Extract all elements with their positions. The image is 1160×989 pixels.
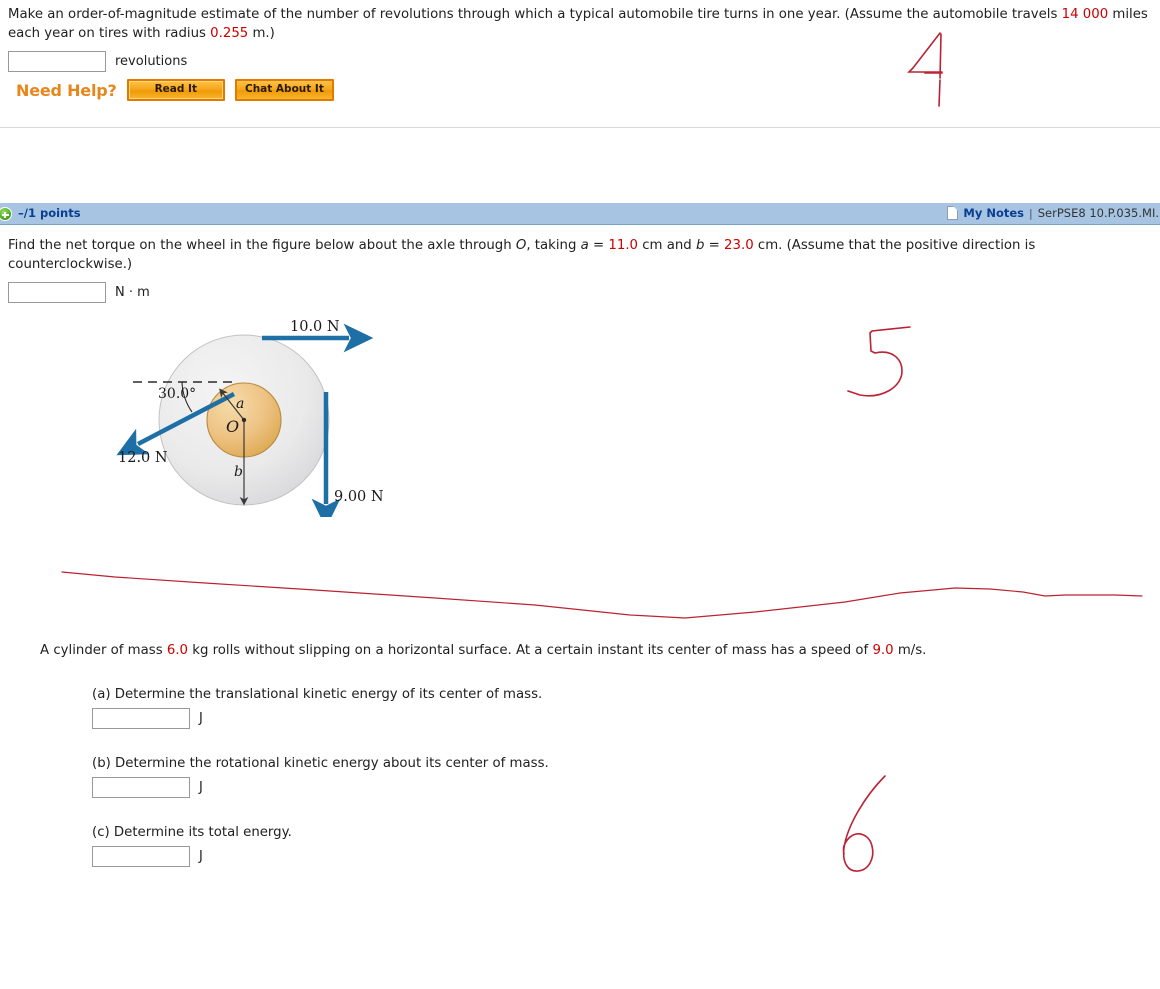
- question-3-text: A cylinder of mass 6.0 kg rolls without …: [40, 641, 1140, 660]
- part-c-answer-row: J: [92, 846, 1140, 867]
- part-b-label: (b) Determine the rotational kinetic ene…: [92, 756, 549, 771]
- part-b-input[interactable]: [92, 777, 190, 798]
- need-help-label: Need Help?: [16, 80, 117, 100]
- need-help-row: Need Help? Read It Chat About It: [16, 79, 334, 101]
- question-1-answer-row: revolutions: [8, 51, 1153, 72]
- worksheet-page: Make an order-of-magnitude estimate of t…: [0, 0, 1160, 989]
- label-radius-a: a: [236, 396, 244, 412]
- points-bar-right: My Notes | SerPSE8 10.P.035.MI.: [947, 206, 1159, 220]
- part-c-label: (c) Determine its total energy.: [92, 825, 292, 840]
- points-bar: –/1 points My Notes | SerPSE8 10.P.035.M…: [0, 203, 1160, 225]
- q1-answer-unit: revolutions: [115, 54, 188, 69]
- part-a-input[interactable]: [92, 708, 190, 729]
- question-2-text: Find the net torque on the wheel in the …: [8, 236, 1048, 274]
- my-notes-link[interactable]: My Notes: [963, 206, 1024, 220]
- label-radius-b: b: [234, 464, 243, 480]
- q1-miles-value: 14 000: [1061, 7, 1109, 22]
- q2-eq2: =: [704, 238, 725, 253]
- plus-circle-icon[interactable]: [0, 207, 12, 221]
- q1-radius-value: 0.255: [210, 26, 249, 41]
- q2-text-3: cm and: [638, 238, 696, 253]
- q2-text-1: Find the net torque on the wheel in the …: [8, 238, 516, 253]
- read-it-button[interactable]: Read It: [126, 79, 225, 101]
- q2-axle-symbol: O: [515, 238, 527, 253]
- q2-answer-input[interactable]: [8, 282, 106, 303]
- q2-a-symbol: a: [580, 238, 589, 253]
- question-1-block: Make an order-of-magnitude estimate of t…: [8, 5, 1153, 72]
- part-b-answer-row: J: [92, 777, 1140, 798]
- question-1-text: Make an order-of-magnitude estimate of t…: [8, 5, 1148, 43]
- q1-answer-input[interactable]: [8, 51, 106, 72]
- part-c-unit: J: [199, 849, 203, 864]
- q2-a-value: 11.0: [608, 238, 639, 253]
- question-3-part-c: (c) Determine its total energy. J: [92, 825, 1140, 867]
- part-b-unit: J: [199, 780, 203, 795]
- part-a-answer-row: J: [92, 708, 1140, 729]
- part-a-label: (a) Determine the translational kinetic …: [92, 687, 543, 702]
- q3-mass-value: 6.0: [166, 643, 189, 658]
- label-center-O: O: [226, 417, 239, 436]
- q3-text-1: A cylinder of mass: [40, 643, 167, 658]
- part-a-unit: J: [199, 711, 203, 726]
- question-2-block: Find the net torque on the wheel in the …: [8, 236, 1153, 303]
- q2-answer-unit: N · m: [115, 285, 150, 300]
- center-point-dot: [241, 417, 247, 423]
- note-page-icon: [947, 206, 959, 220]
- q2-text-2: , taking: [526, 238, 581, 253]
- q3-text-3: m/s.: [893, 643, 927, 658]
- label-angle-30deg: 30.0°: [158, 386, 196, 402]
- part-c-input[interactable]: [92, 846, 190, 867]
- bar-separator: |: [1029, 206, 1033, 220]
- handwritten-mark-5: [847, 326, 911, 397]
- question-3-part-a: (a) Determine the translational kinetic …: [92, 687, 1140, 729]
- question-code: SerPSE8 10.P.035.MI.: [1037, 206, 1159, 220]
- question-3-block: A cylinder of mass 6.0 kg rolls without …: [40, 641, 1140, 867]
- q3-speed-value: 9.0: [872, 643, 894, 658]
- q1-text-after: m.): [248, 26, 275, 41]
- section-divider: [0, 127, 1160, 128]
- handwritten-separator-line: [61, 571, 1143, 619]
- q2-b-value: 23.0: [724, 238, 754, 253]
- label-force-9N: 9.00 N: [334, 489, 384, 505]
- question-2-answer-row: N · m: [8, 282, 1153, 303]
- label-force-12N: 12.0 N: [118, 450, 168, 466]
- wheel-torque-figure: 10.0 N 12.0 N 9.00 N 30.0° a b O: [110, 312, 410, 517]
- question-3-part-b: (b) Determine the rotational kinetic ene…: [92, 756, 1140, 798]
- label-force-10N: 10.0 N: [290, 319, 340, 335]
- q1-text-before: Make an order-of-magnitude estimate of t…: [8, 7, 1062, 22]
- q2-eq1: =: [588, 238, 609, 253]
- q3-text-2: kg rolls without slipping on a horizonta…: [188, 643, 873, 658]
- chat-about-it-button[interactable]: Chat About It: [234, 79, 334, 101]
- points-label: –/1 points: [18, 206, 81, 220]
